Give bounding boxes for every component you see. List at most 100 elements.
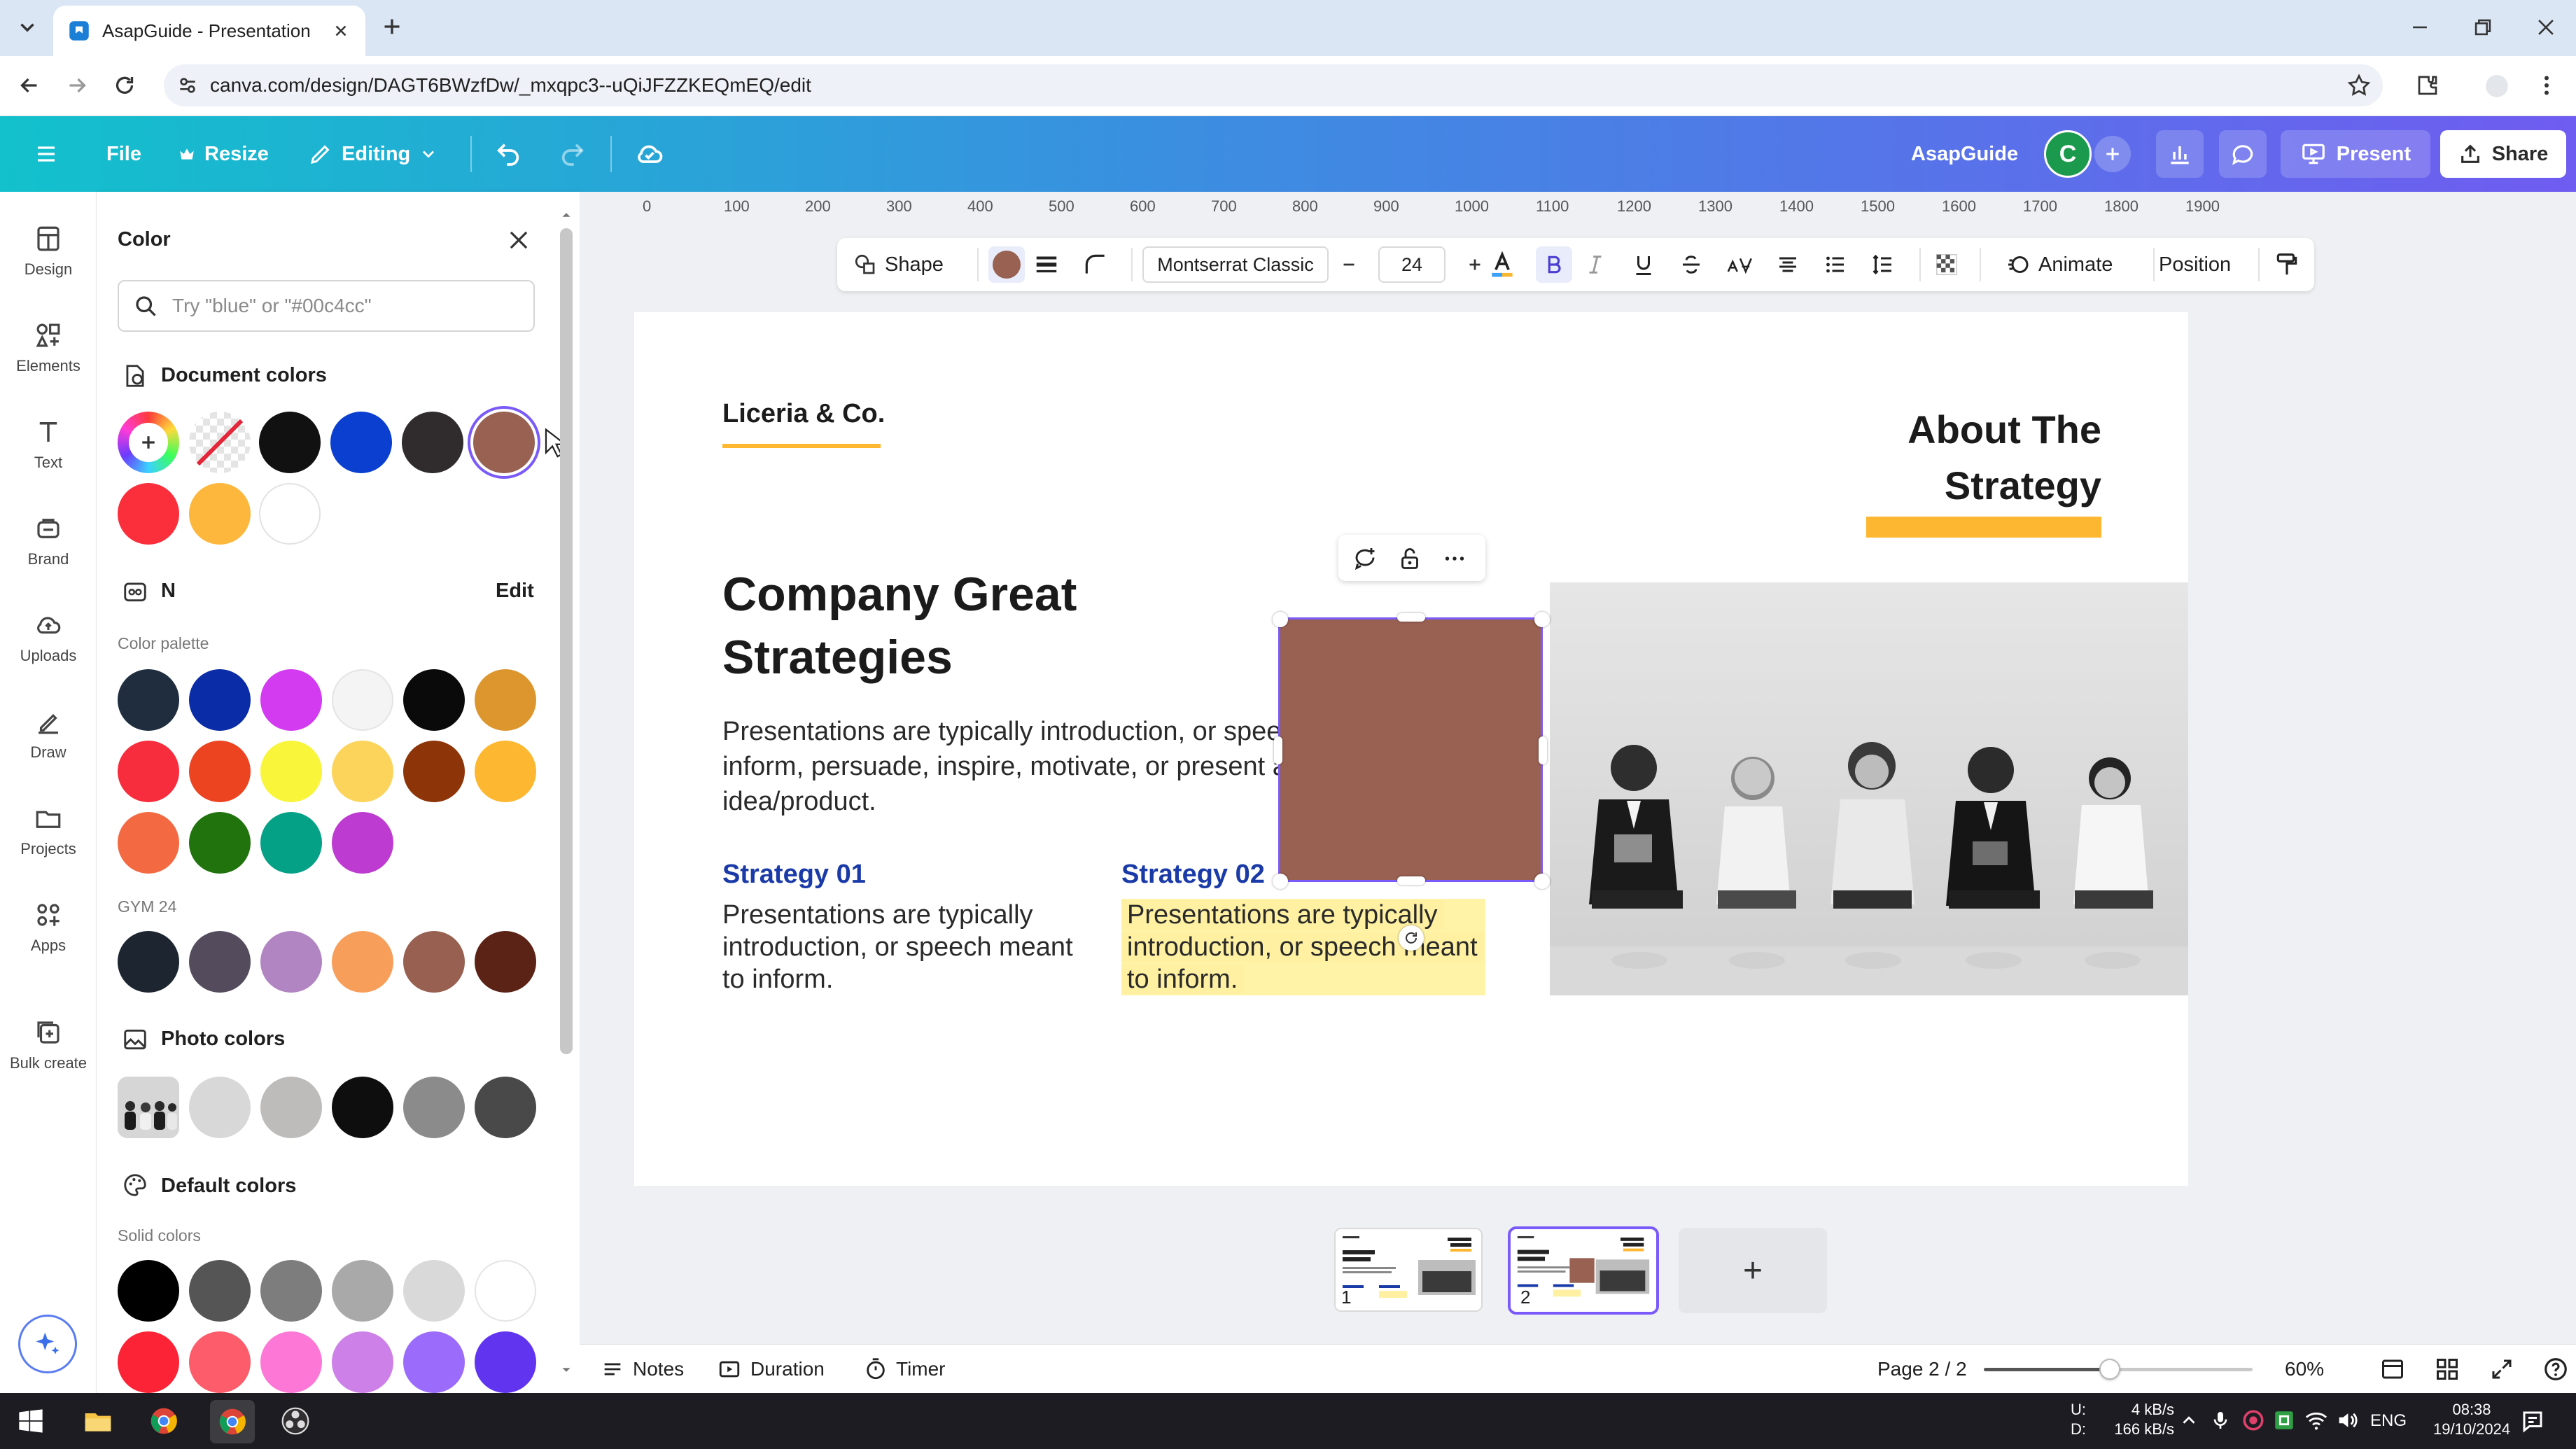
brand-name[interactable]: Liceria & Co.	[722, 399, 885, 429]
notes-view-icon[interactable]	[2380, 1345, 2405, 1394]
position-button[interactable]: Position	[2159, 238, 2231, 291]
resize-handle-left[interactable]	[1274, 736, 1282, 764]
system-clock[interactable]: 08:38 19/10/2024	[2433, 1400, 2510, 1439]
back-icon[interactable]	[17, 73, 42, 98]
comment-add-icon[interactable]	[1352, 546, 1378, 571]
close-panel-icon[interactable]	[505, 227, 532, 253]
solid-color-swatch[interactable]	[260, 1260, 322, 1322]
reload-icon[interactable]	[112, 73, 137, 98]
browser-tab[interactable]: AsapGuide - Presentation	[53, 6, 365, 56]
palette-color-swatch[interactable]	[260, 741, 322, 802]
slide-canvas[interactable]: Liceria & Co. About The Strategy Company…	[634, 312, 2188, 1186]
timer-button[interactable]: Timer	[864, 1345, 946, 1394]
palette-color-swatch[interactable]	[332, 741, 393, 802]
obs-recorder-icon[interactable]	[280, 1406, 311, 1436]
solid-color-swatch[interactable]	[332, 1260, 393, 1322]
gym-color-swatch[interactable]	[189, 931, 251, 993]
fullscreen-icon[interactable]	[2489, 1345, 2514, 1394]
zoom-slider-thumb[interactable]	[2099, 1359, 2121, 1380]
transparent-swatch[interactable]	[189, 412, 251, 473]
help-icon[interactable]	[2542, 1345, 2569, 1394]
undo-icon[interactable]	[494, 116, 522, 192]
rail-item-projects[interactable]: Projects	[0, 804, 97, 858]
color-search-input[interactable]: Try "blue" or "#00c4cc"	[172, 295, 372, 317]
restore-icon[interactable]	[2471, 15, 2495, 39]
browser-menu-icon[interactable]	[2534, 73, 2559, 98]
present-button[interactable]: Present	[2281, 130, 2430, 178]
tray-chevron-up-icon[interactable]	[2178, 1410, 2199, 1431]
rail-item-brand[interactable]: Brand	[0, 514, 97, 568]
about-heading[interactable]: About The Strategy	[1907, 402, 2101, 514]
palette-color-swatch[interactable]	[189, 812, 251, 874]
chrome-icon[interactable]	[148, 1406, 179, 1436]
scroll-up-icon[interactable]	[561, 210, 571, 220]
color-swatch[interactable]	[259, 483, 321, 545]
profile-avatar[interactable]	[2484, 73, 2510, 99]
color-swatch[interactable]	[402, 412, 463, 473]
strategy-01-body[interactable]: Presentations are typically introduction…	[722, 899, 1086, 995]
recording-indicator-icon[interactable]	[2241, 1408, 2265, 1432]
italic-icon[interactable]	[1583, 238, 1607, 291]
file-explorer-icon[interactable]	[83, 1406, 113, 1436]
palette-color-swatch[interactable]	[475, 741, 536, 802]
transparency-icon[interactable]	[1933, 238, 1960, 291]
cloud-save-icon[interactable]	[634, 116, 665, 192]
photo-color-swatch[interactable]	[475, 1077, 536, 1138]
scroll-down-icon[interactable]	[561, 1365, 571, 1375]
resize-handle-bottom-left[interactable]	[1273, 874, 1288, 889]
decrease-font-size-icon[interactable]	[1338, 254, 1359, 275]
site-info-icon[interactable]	[176, 74, 199, 97]
font-family-dropdown[interactable]: Montserrat Classic	[1142, 246, 1329, 283]
resize-handle-bottom-right[interactable]	[1534, 874, 1550, 889]
palette-color-swatch[interactable]	[403, 669, 465, 731]
bookmark-star-icon[interactable]	[2346, 73, 2372, 98]
team-name[interactable]: AsapGuide	[1911, 116, 2018, 192]
zoom-level[interactable]: 60%	[2285, 1345, 2324, 1394]
lock-icon[interactable]	[1397, 546, 1422, 571]
battery-monitor-icon[interactable]	[2272, 1408, 2296, 1432]
page-thumbnail-1[interactable]	[1334, 1228, 1483, 1312]
photo-color-swatch[interactable]	[189, 1077, 251, 1138]
palette-color-swatch[interactable]	[189, 669, 251, 731]
rail-item-text[interactable]: Text	[0, 417, 97, 472]
palette-color-swatch[interactable]	[332, 669, 393, 731]
speaker-icon[interactable]	[2335, 1408, 2359, 1432]
shape-button[interactable]: Shape	[853, 238, 944, 291]
letter-case-icon[interactable]	[1726, 238, 1754, 291]
notification-center-icon[interactable]	[2520, 1408, 2545, 1434]
redo-icon[interactable]	[559, 116, 587, 192]
increase-font-size-icon[interactable]	[1464, 254, 1485, 275]
color-search[interactable]: Try "blue" or "#00c4cc"	[118, 280, 535, 332]
comments-icon[interactable]	[2219, 130, 2267, 178]
rail-item-uploads[interactable]: Uploads	[0, 610, 97, 665]
palette-color-swatch[interactable]	[118, 669, 179, 731]
strategy-02-body-highlighted[interactable]: Presentations are typically introduction…	[1121, 899, 1485, 995]
list-icon[interactable]	[1823, 238, 1848, 291]
about-accent-bar[interactable]	[1866, 517, 2101, 538]
rotate-handle[interactable]	[1399, 925, 1424, 951]
gym-color-swatch[interactable]	[332, 931, 393, 993]
solid-color-swatch[interactable]	[332, 1331, 393, 1393]
insights-chart-icon[interactable]	[2156, 130, 2204, 178]
duration-button[interactable]: Duration	[717, 1345, 825, 1394]
add-new-color-button[interactable]	[118, 412, 179, 473]
more-options-icon[interactable]	[1441, 546, 1469, 571]
solid-color-swatch[interactable]	[118, 1260, 179, 1322]
font-size-input[interactable]: 24	[1378, 246, 1446, 283]
gym-color-swatch[interactable]	[260, 931, 322, 993]
animate-button[interactable]: Animate	[2006, 238, 2113, 291]
corner-rounding-icon[interactable]	[1082, 238, 1109, 291]
file-menu[interactable]: File	[106, 116, 141, 192]
wifi-icon[interactable]	[2304, 1408, 2328, 1432]
main-menu-icon[interactable]	[34, 116, 59, 192]
color-swatch[interactable]	[259, 412, 321, 473]
rail-item-apps[interactable]: Apps	[0, 900, 97, 955]
solid-color-swatch[interactable]	[189, 1260, 251, 1322]
photo-color-swatch[interactable]	[403, 1077, 465, 1138]
solid-color-swatch[interactable]	[403, 1260, 465, 1322]
color-swatch[interactable]	[189, 483, 251, 545]
microphone-icon[interactable]	[2209, 1408, 2232, 1432]
palette-color-swatch[interactable]	[189, 741, 251, 802]
close-tab-icon[interactable]	[332, 22, 350, 40]
solid-color-swatch[interactable]	[189, 1331, 251, 1393]
